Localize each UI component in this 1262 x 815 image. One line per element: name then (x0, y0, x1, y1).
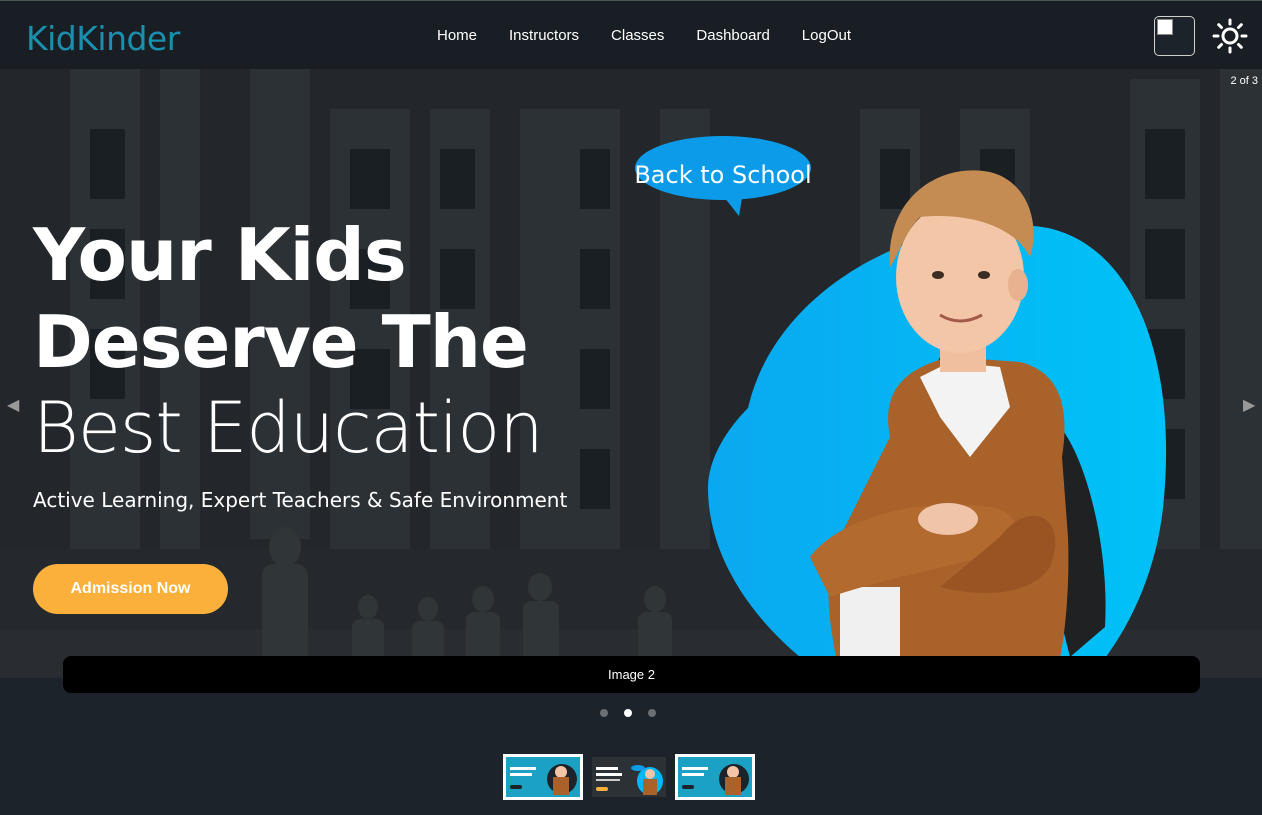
nav-links: Home Instructors Classes Dashboard LogOu… (437, 27, 851, 44)
next-slide-arrow[interactable]: ▶ (1243, 395, 1255, 415)
nav-link-home[interactable]: Home (437, 27, 477, 44)
nav-link-instructors[interactable]: Instructors (509, 27, 579, 44)
hero-slide: 2 of 3 Your Kids Deserve The Best Educat… (0, 69, 1262, 678)
sun-icon[interactable] (1212, 18, 1248, 54)
nav-link-classes[interactable]: Classes (611, 27, 664, 44)
prev-slide-arrow[interactable]: ◀ (7, 395, 19, 415)
thumbnail-3[interactable] (675, 754, 755, 800)
navbar: KidKinder Home Instructors Classes Dashb… (0, 0, 1262, 69)
carousel-dot-3[interactable] (648, 709, 656, 717)
broken-image-icon (1157, 19, 1173, 35)
carousel-dots (600, 709, 656, 717)
slide-counter: 2 of 3 (1230, 75, 1258, 87)
carousel-dot-2[interactable] (624, 709, 632, 717)
hero-title-line2: Deserve The (33, 300, 529, 384)
brand-logo[interactable]: KidKinder (26, 19, 180, 58)
thumbnail-2[interactable] (589, 754, 669, 800)
hero-subtitle: Active Learning, Expert Teachers & Safe … (33, 488, 568, 512)
carousel-thumbnails (503, 754, 755, 800)
carousel-dot-1[interactable] (600, 709, 608, 717)
hero-title-line1: Your Kids (33, 213, 407, 297)
nav-link-logout[interactable]: LogOut (802, 27, 851, 44)
nav-link-dashboard[interactable]: Dashboard (696, 27, 769, 44)
student-boy-image (810, 170, 1106, 678)
hero-title-line3: Best Education (33, 387, 544, 469)
user-avatar[interactable] (1154, 16, 1195, 56)
slide-caption-text: Image 2 (608, 667, 655, 682)
thumbnail-1[interactable] (503, 754, 583, 800)
slide-caption: Image 2 (63, 656, 1200, 693)
admission-now-button[interactable]: Admission Now (33, 564, 228, 614)
